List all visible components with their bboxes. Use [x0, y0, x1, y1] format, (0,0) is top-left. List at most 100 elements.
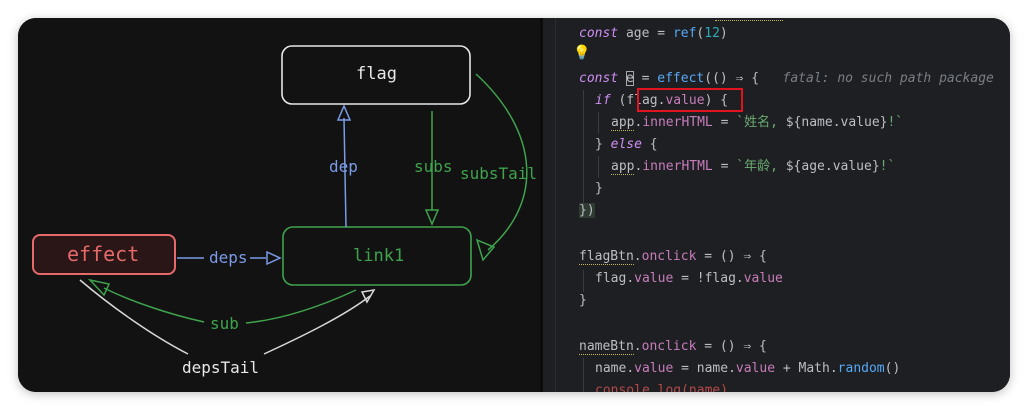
identifier: name [696, 361, 729, 376]
code-text: }) [579, 203, 595, 218]
deps-edge-label: deps [209, 248, 248, 267]
code-text: = [712, 159, 737, 174]
code-text: () [884, 361, 901, 376]
indent-guide [598, 112, 599, 134]
function-name: random [837, 361, 885, 376]
property-name: value [743, 271, 783, 286]
indent-guide [583, 358, 584, 392]
keyword: const [579, 71, 619, 86]
identifier: console [595, 383, 650, 392]
code-line: const e = effect(() ⇒ { fatal: no such p… [579, 68, 994, 90]
subs-edge-label: subs [414, 157, 453, 176]
code-line: name.value = name.value + Math.random() [595, 358, 900, 380]
link1-node-label: link1 [353, 246, 405, 266]
indent-guide [598, 156, 599, 178]
identifier: flag [704, 271, 736, 286]
code-text: + [775, 361, 799, 376]
property-name: onclick [641, 339, 697, 354]
code-line: } else { [595, 134, 658, 156]
template-interpolation: ${age.value} [785, 159, 880, 174]
code-text: . [829, 361, 838, 376]
identifier: flag [595, 271, 627, 286]
identifier: flagBtn [579, 249, 634, 265]
code-text: = [673, 361, 697, 376]
number-literal: 12 [704, 26, 720, 41]
subsTail-arrowhead [475, 238, 496, 262]
sub-edge-tail [103, 287, 205, 323]
lightbulb-icon[interactable]: 💡 [573, 45, 590, 61]
depsTail-edge-label: depsTail [182, 358, 260, 377]
code-text: (() ⇒ { [704, 71, 760, 86]
code-text: = [712, 115, 737, 130]
code-text: . [649, 383, 658, 392]
code-line: flagBtn.onclick = () ⇒ { [579, 246, 767, 268]
code-text: = [633, 71, 658, 86]
property-name: innerHTML [642, 159, 713, 174]
code-line: console.log(name) [595, 380, 728, 392]
code-line: flag.value = !flag.value [595, 268, 783, 290]
code-line: } [579, 290, 587, 312]
property-name: value [634, 361, 674, 376]
identifier: app [611, 159, 635, 175]
function-name: effect [657, 71, 705, 86]
code-text: ( [610, 93, 627, 108]
text-cursor-char: e [625, 71, 634, 86]
deps-arrowhead [266, 250, 282, 266]
code-text: age = [618, 26, 673, 41]
code-text: . [633, 249, 642, 264]
dep-arrowhead [336, 104, 352, 121]
dep-edge-label: dep [329, 157, 358, 176]
code-text: } [595, 181, 603, 196]
identifier: nameBtn [579, 339, 634, 355]
code-text: } [579, 293, 587, 308]
code-text: { [641, 137, 658, 152]
sub-edge [245, 289, 357, 324]
keyword: const [579, 26, 619, 41]
property-name: value [634, 271, 674, 286]
indent-guide [583, 90, 584, 206]
property-name: value [735, 361, 776, 376]
gutter-border [555, 18, 556, 392]
code-line: const age = ref(12) [579, 23, 728, 45]
property-name: onclick [641, 249, 697, 264]
warning-squiggle [715, 18, 783, 21]
code-text: . [626, 361, 635, 376]
string-literal: !` [887, 115, 904, 130]
property-name: innerHTML [642, 115, 713, 130]
highlight-box [637, 88, 743, 112]
keyword: if [595, 93, 611, 108]
inline-hint: fatal: no such path package [782, 71, 994, 86]
flag-node-label: flag [356, 64, 397, 84]
string-literal: !` [879, 159, 896, 174]
code-text: = ! [673, 271, 705, 286]
function-name: ref [672, 26, 697, 41]
code-editor[interactable]: 💡 const age = ref(12) const e = effect((… [543, 18, 1010, 392]
subs-arrowhead [424, 209, 440, 226]
code-text: . [633, 339, 642, 354]
link-diagram: flag link1 effect dep subs subsTail deps… [18, 18, 540, 392]
code-line: app.innerHTML = `年龄, ${age.value}!` [611, 156, 895, 178]
identifier: app [611, 115, 635, 131]
code-line: } [595, 178, 603, 200]
sub-edge-label: sub [210, 314, 239, 333]
template-interpolation: ${name.value} [785, 115, 888, 130]
code-text: = () ⇒ { [696, 249, 767, 264]
code-line: app.innerHTML = `姓名, ${name.value}!` [611, 112, 903, 134]
subsTail-edge-label: subsTail [460, 164, 538, 183]
identifier: name [595, 361, 627, 376]
indent-guide [583, 270, 584, 292]
code-text: } [595, 137, 611, 152]
code-line: }) [579, 200, 595, 222]
depsTail-edge-left [79, 279, 189, 355]
code-text: . [735, 271, 744, 286]
string-literal: `年龄, [736, 159, 786, 174]
keyword: else [610, 137, 642, 152]
code-text: ) [719, 26, 728, 41]
identifier: Math [798, 361, 830, 376]
diagram-canvas [32, 45, 528, 355]
code-text: . [626, 271, 635, 286]
function-name: log [657, 383, 682, 392]
code-text: (name) [681, 383, 729, 392]
